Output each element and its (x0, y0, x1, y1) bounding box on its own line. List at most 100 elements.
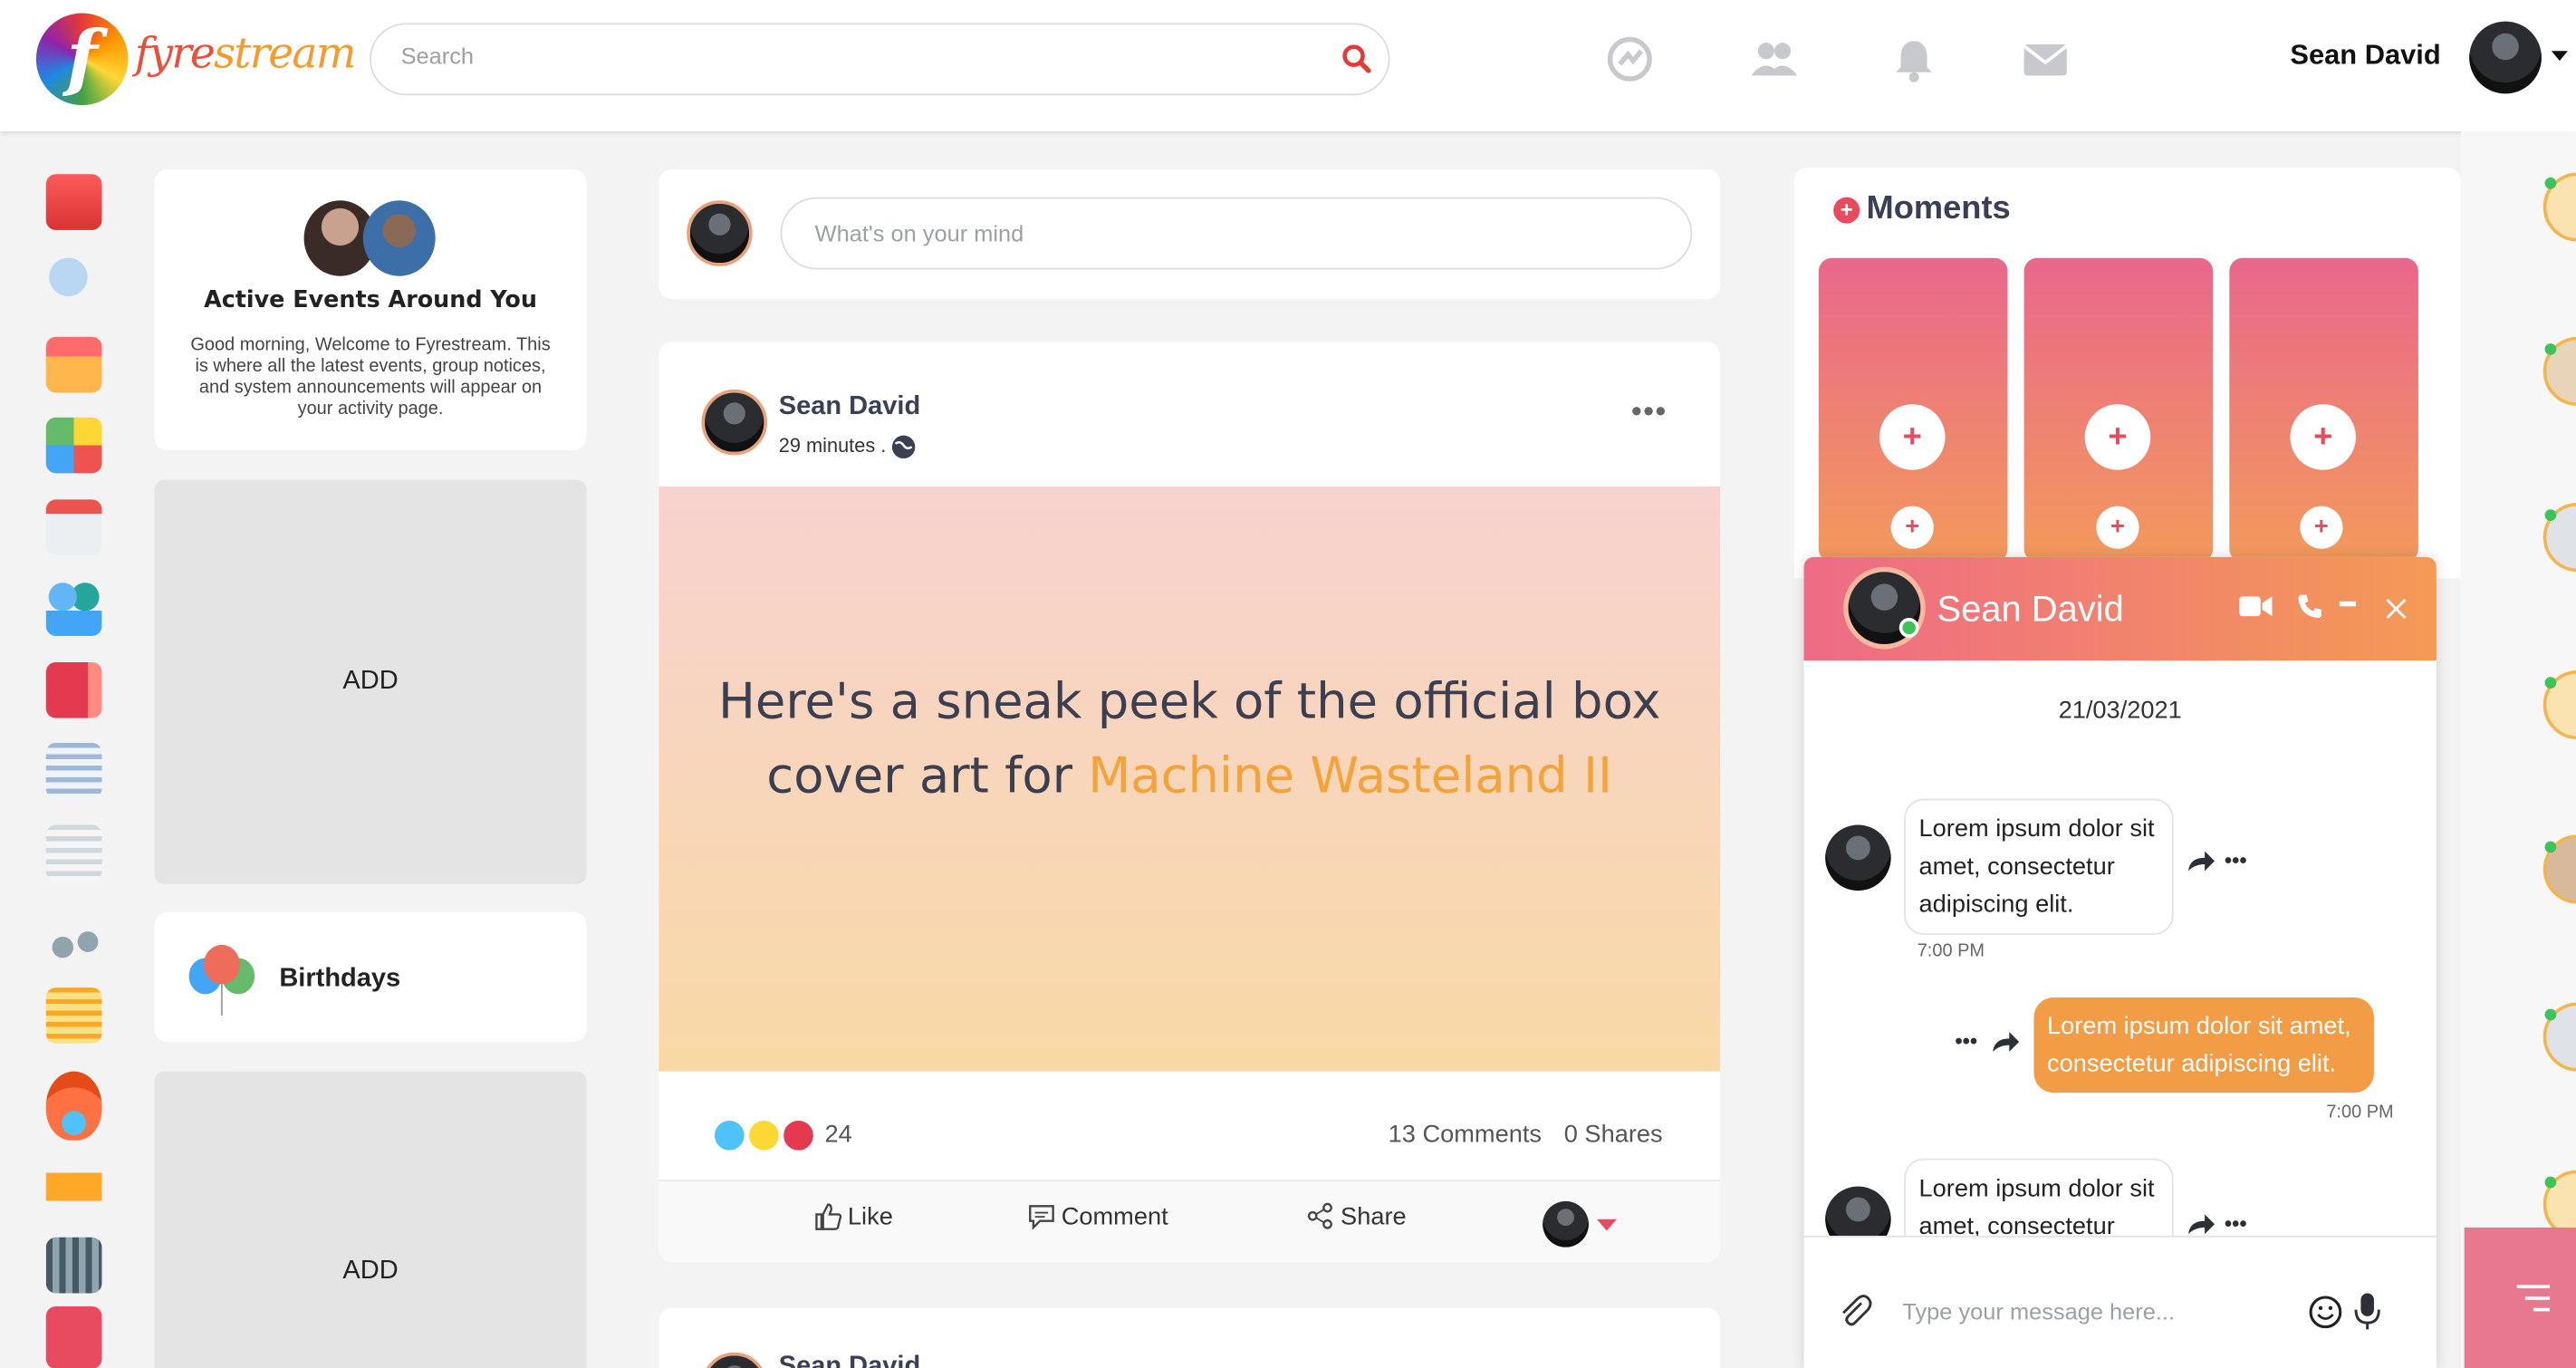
comment-count[interactable]: 13 Comments (1389, 1121, 1542, 1149)
logo-text[interactable]: fyrestream (134, 29, 357, 80)
online-status-2 (2544, 343, 2557, 355)
event-avatar-2 (362, 200, 436, 276)
header-avatar[interactable] (2469, 21, 2542, 94)
love-reaction-icon[interactable] (780, 1117, 817, 1154)
emoji-icon[interactable] (2308, 1295, 2342, 1329)
attachment-paperclip-icon[interactable] (1837, 1293, 1873, 1329)
online-status-5 (2544, 841, 2557, 853)
ad-slot-1[interactable]: ADD (154, 479, 587, 884)
online-status-7 (2544, 1176, 2557, 1189)
message-3-forward-icon[interactable] (2187, 1213, 2216, 1236)
chat-date: 21/03/2021 (2058, 697, 2182, 725)
video-camera-icon[interactable] (2239, 595, 2273, 618)
logo-text-part-1: fyre (134, 29, 216, 80)
video-icon[interactable] (45, 174, 102, 230)
phone-icon[interactable] (2297, 593, 2323, 620)
message-3-more-icon[interactable]: ••• (2225, 1211, 2247, 1236)
mail-icon[interactable] (2021, 36, 2070, 82)
birthdays-label: Birthdays (279, 964, 401, 993)
like-button[interactable]: Like (813, 1201, 893, 1231)
chat-message-input[interactable] (1902, 1297, 2297, 1325)
user-menu-chevron-down-icon[interactable] (2551, 51, 2568, 62)
microphone-icon[interactable] (2354, 1292, 2380, 1332)
online-status-3 (2544, 509, 2557, 521)
message-3-avatar (1825, 1186, 1891, 1236)
online-status-4 (2544, 677, 2557, 689)
chat-avatar[interactable] (1843, 566, 1926, 650)
film-icon[interactable] (45, 1237, 102, 1294)
groups-icon[interactable] (45, 580, 102, 636)
menu-lines-icon (2516, 1285, 2551, 1312)
moment-3-add-icon[interactable]: + (2290, 404, 2356, 470)
balloons-icon (188, 944, 255, 1016)
share-count[interactable]: 0 Shares (1564, 1121, 1663, 1149)
post-text-highlight[interactable]: Machine Wasteland II (1088, 747, 1612, 804)
share-button[interactable]: Share (1306, 1201, 1407, 1231)
post-as-avatar[interactable] (1543, 1200, 1589, 1248)
wow-reaction-icon[interactable] (745, 1117, 783, 1154)
message-3-bubble[interactable]: Lorem ipsum dolor sit amet, consectetur (1904, 1158, 2174, 1236)
composer-input[interactable] (814, 220, 1637, 247)
close-icon[interactable] (2384, 596, 2408, 621)
search-input[interactable] (400, 43, 1322, 70)
ad-slot-2[interactable]: ADD (154, 1071, 587, 1368)
message-1-avatar (1825, 824, 1891, 891)
moments-title: Moments (1866, 190, 2011, 227)
header-user-name[interactable]: Sean David (2290, 40, 2440, 72)
news-icon[interactable] (45, 824, 102, 881)
message-1-more-icon[interactable]: ••• (2225, 848, 2247, 872)
user-list-icon[interactable] (45, 742, 102, 799)
comment-button[interactable]: Comment (1027, 1201, 1168, 1231)
moment-1-add-icon[interactable]: + (1879, 404, 1946, 470)
heart-icon[interactable] (45, 1305, 102, 1368)
logo-letter: f (66, 16, 98, 101)
post-text: Here's a sneak peek of the official box … (658, 666, 1720, 814)
events-description: Good morning, Welcome to Fyrestream. Thi… (190, 335, 551, 419)
moment-2-add-icon[interactable]: + (2084, 404, 2151, 470)
post-2-author-name[interactable]: Sean David (779, 1353, 920, 1368)
ad-label-1: ADD (342, 667, 399, 696)
post-author-name[interactable]: Sean David (779, 392, 920, 422)
message-1-bubble[interactable]: Lorem ipsum dolor sit amet, consectetur … (1904, 798, 2174, 936)
share-icon (1307, 1202, 1332, 1229)
message-2-bubble[interactable]: Lorem ipsum dolor sit amet, consectetur … (2033, 997, 2374, 1093)
online-status-6 (2544, 1008, 2557, 1021)
calendar-icon[interactable] (45, 499, 102, 556)
moment-2-small-add-icon[interactable]: + (2096, 506, 2139, 549)
video-call-icon[interactable] (45, 661, 102, 718)
share-label: Share (1341, 1201, 1407, 1230)
minimize-icon[interactable] (2339, 601, 2356, 607)
chat-contact-name[interactable]: Sean David (1937, 588, 2123, 631)
activity-icon[interactable] (1607, 36, 1656, 82)
question-search-icon[interactable] (45, 255, 102, 311)
message-1-forward-icon[interactable] (2187, 850, 2216, 872)
store-icon[interactable] (45, 336, 102, 393)
post-more-options-icon[interactable]: ••• (1631, 394, 1668, 429)
logo-text-part-2: stream (214, 29, 356, 80)
task-list-icon[interactable] (45, 987, 102, 1044)
post-author-avatar[interactable] (701, 389, 768, 456)
chat-window (1803, 556, 2437, 1368)
puzzle-icon[interactable] (45, 417, 102, 474)
search-icon[interactable] (1341, 43, 1373, 75)
message-2-more-icon[interactable]: ••• (1955, 1028, 1977, 1053)
music-note-icon[interactable] (45, 905, 102, 962)
notification-bell-icon[interactable] (1889, 36, 1938, 82)
fire-diamond-icon[interactable] (45, 1071, 102, 1141)
cart-icon[interactable] (45, 1161, 102, 1219)
post-as-chevron-down-icon[interactable] (1597, 1219, 1617, 1231)
reaction-count[interactable]: 24 (825, 1121, 852, 1149)
moment-1-small-add-icon[interactable]: + (1890, 506, 1934, 549)
comment-icon (1029, 1205, 1054, 1230)
like-reaction-icon[interactable] (711, 1117, 748, 1154)
post-time: 29 minutes . (778, 433, 887, 458)
message-2-forward-icon[interactable] (1991, 1030, 2021, 1053)
chat-input-divider (1803, 1235, 2437, 1238)
composer-avatar (687, 200, 753, 266)
chat-online-status (1898, 617, 1919, 638)
moment-3-small-add-icon[interactable]: + (2300, 506, 2343, 549)
message-2-time: 7:00 PM (2326, 1103, 2394, 1122)
add-moment-icon[interactable]: + (1833, 197, 1860, 224)
message-1-time: 7:00 PM (1917, 941, 1985, 962)
friends-icon[interactable] (1750, 36, 1799, 82)
